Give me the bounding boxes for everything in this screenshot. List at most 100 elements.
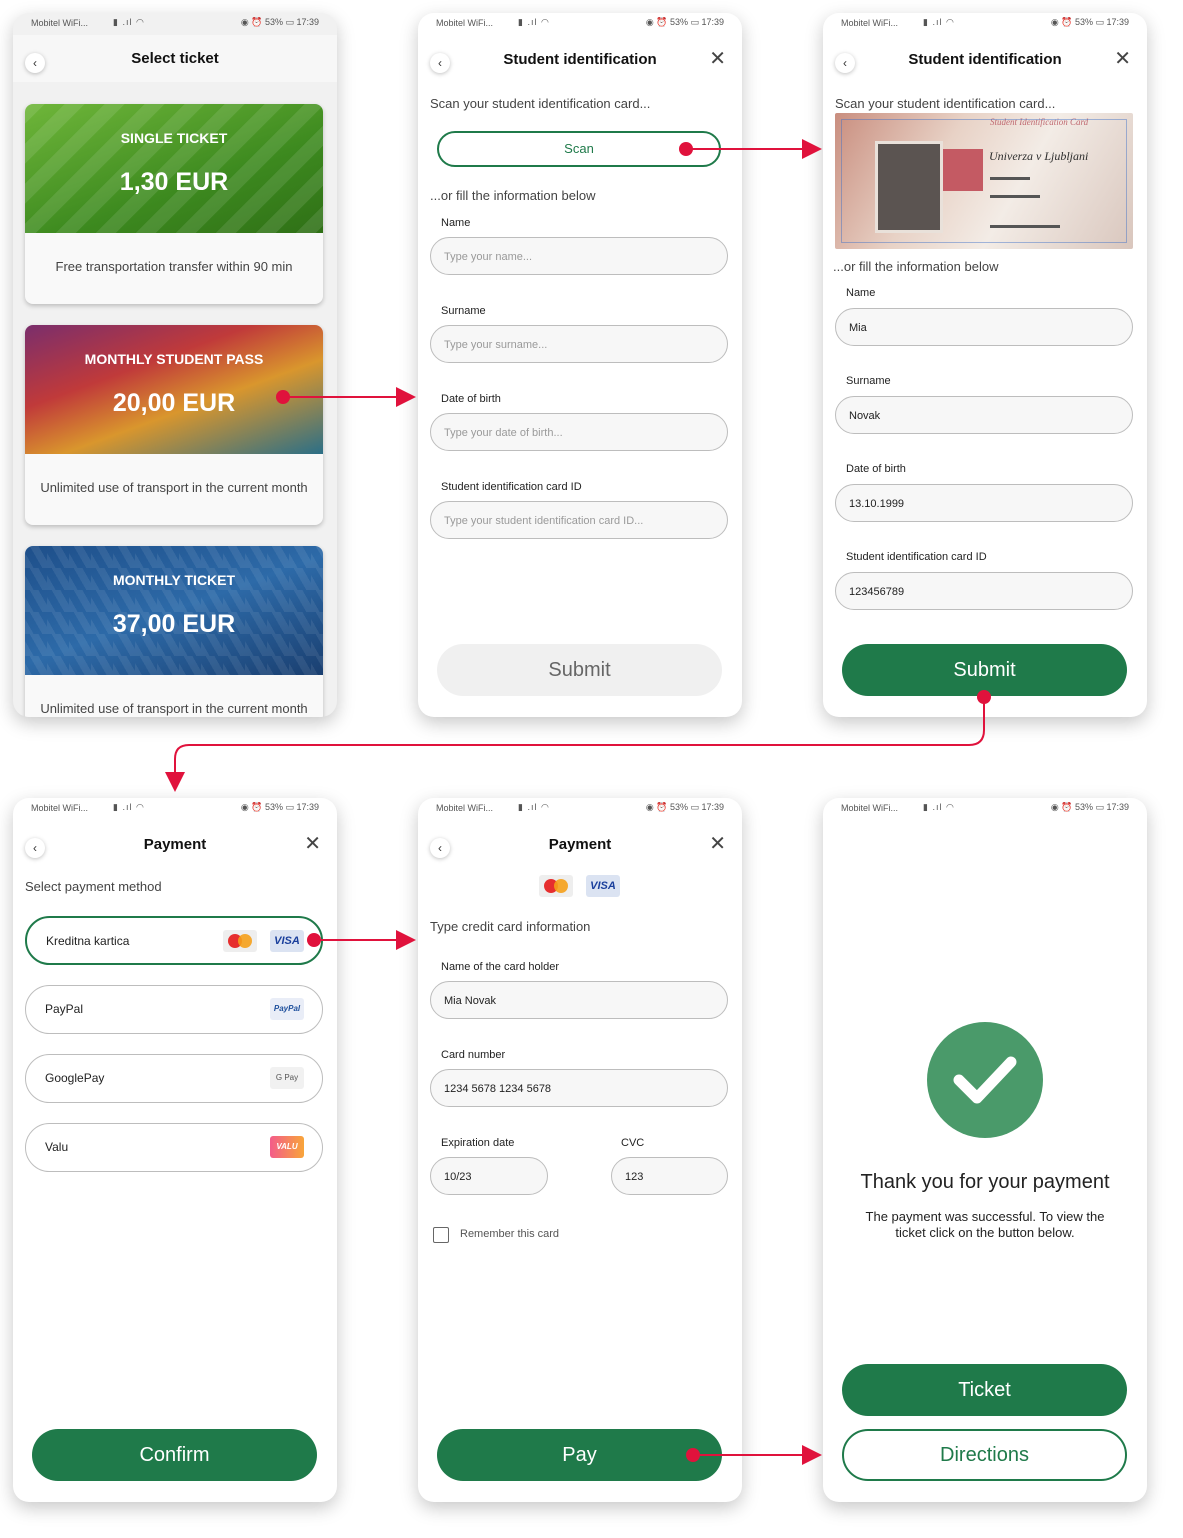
checkmark-icon xyxy=(953,1056,1017,1104)
submit-button[interactable]: Submit xyxy=(842,644,1127,696)
carrier-label: Mobitel WiFi... xyxy=(436,18,494,28)
ticket-card-monthly[interactable]: MONTHLY TICKET 37,00 EUR Unlimited use o… xyxy=(25,546,323,717)
name-label: Name xyxy=(846,287,876,299)
header: ‹ Student identification ✕ xyxy=(418,43,742,83)
close-icon[interactable]: ✕ xyxy=(304,834,321,854)
card-number-label: Card number xyxy=(441,1049,506,1061)
surname-field[interactable]: Novak xyxy=(835,396,1133,434)
payment-option-valu[interactable]: Valu VALU xyxy=(25,1123,323,1172)
paypal-icon: PayPal xyxy=(270,998,304,1020)
ticket-card-single[interactable]: SINGLE TICKET 1,30 EUR Free transportati… xyxy=(25,104,323,304)
holder-field[interactable]: Mia Novak xyxy=(430,981,728,1019)
screen-student-id-empty: Mobitel WiFi... ▮ .ıl ◠ ◉ ⏰ 53% ▭ 17:39 … xyxy=(418,13,742,717)
time-label: 17:39 xyxy=(296,802,319,812)
card-number-field[interactable]: 1234 5678 1234 5678 xyxy=(430,1069,728,1107)
carrier-label: Mobitel WiFi... xyxy=(31,803,89,813)
card-id-field[interactable]: Type your student identification card ID… xyxy=(430,501,728,539)
name-label: Name xyxy=(441,217,471,229)
signal-icon: ▮ .ıl ◠ xyxy=(923,802,955,812)
scan-prompt: Scan your student identification card... xyxy=(835,96,1056,111)
header: ‹ Student identification ✕ xyxy=(823,43,1147,83)
screen-payment-method: Mobitel WiFi... ▮ .ıl ◠ ◉ ⏰ 53% ▭ 17:39 … xyxy=(13,798,337,1502)
or-fill-label: ...or fill the information below xyxy=(430,188,596,203)
cvc-field[interactable]: 123 xyxy=(611,1157,728,1195)
battery-label: 53% xyxy=(669,17,688,27)
signal-icon: ▮ .ıl ◠ xyxy=(518,17,550,27)
mastercard-icon xyxy=(539,875,573,897)
name-field[interactable]: Type your name... xyxy=(430,237,728,275)
holder-label: Name of the card holder xyxy=(441,961,560,973)
ticket-name: MONTHLY TICKET xyxy=(112,572,236,588)
mastercard-icon xyxy=(223,930,257,952)
page-title: Select ticket xyxy=(131,50,219,67)
valu-icon: VALU xyxy=(270,1136,304,1158)
ticket-description: Unlimited use of transport in the curren… xyxy=(40,701,308,716)
close-icon[interactable]: ✕ xyxy=(709,49,726,69)
payment-option-card[interactable]: Kreditna kartica VISA xyxy=(25,916,323,965)
payment-option-paypal[interactable]: PayPal PayPal xyxy=(25,985,323,1034)
visa-icon: VISA xyxy=(586,875,620,897)
ticket-card-student[interactable]: MONTHLY STUDENT PASS 20,00 EUR Unlimited… xyxy=(25,325,323,525)
page-title: Student identification xyxy=(503,51,657,68)
time-label: 17:39 xyxy=(1106,17,1129,27)
payment-option-googlepay[interactable]: GooglePay G Pay xyxy=(25,1054,323,1103)
ticket-price: 37,00 EUR xyxy=(112,610,236,638)
dob-field[interactable]: 13.10.1999 xyxy=(835,484,1133,522)
surname-field[interactable]: Type your surname... xyxy=(430,325,728,363)
page-title: Student identification xyxy=(908,51,1062,68)
ticket-name: MONTHLY STUDENT PASS xyxy=(84,351,264,367)
status-bar: Mobitel WiFi... ▮ .ıl ◠ ◉ ⏰ 53% ▭ 17:39 xyxy=(418,798,742,820)
or-fill-label: ...or fill the information below xyxy=(833,259,999,274)
visa-icon: VISA xyxy=(270,930,304,952)
status-bar: Mobitel WiFi... ▮ .ıl ◠ ◉ ⏰ 53% ▭ 17:39 xyxy=(418,13,742,35)
header: ‹ Payment ✕ xyxy=(418,828,742,868)
directions-button[interactable]: Directions xyxy=(842,1429,1127,1481)
card-id-label: Student identification card ID xyxy=(441,481,582,493)
ticket-button[interactable]: Ticket xyxy=(842,1364,1127,1416)
close-icon[interactable]: ✕ xyxy=(1114,49,1131,69)
type-card-label: Type credit card information xyxy=(430,919,591,934)
scan-prompt: Scan your student identification card... xyxy=(430,96,651,111)
battery-label: 53% xyxy=(264,802,283,812)
card-id-field[interactable]: 123456789 xyxy=(835,572,1133,610)
option-label: Kreditna kartica xyxy=(46,934,130,948)
option-label: GooglePay xyxy=(45,1071,105,1085)
status-right: ◉ ⏰ 53% ▭ 17:39 xyxy=(645,17,724,27)
remember-checkbox[interactable] xyxy=(433,1227,449,1243)
status-bar: Mobitel WiFi... ▮ .ıl ◠ ◉ ⏰ 53% ▭ 17:39 xyxy=(823,798,1147,820)
dob-label: Date of birth xyxy=(441,393,501,405)
battery-label: 53% xyxy=(669,802,688,812)
battery-label: 53% xyxy=(1074,17,1093,27)
time-label: 17:39 xyxy=(296,17,319,27)
scan-button[interactable]: Scan xyxy=(437,131,721,167)
page-title: Payment xyxy=(143,836,207,853)
carrier-label: Mobitel WiFi... xyxy=(841,803,899,813)
surname-label: Surname xyxy=(846,375,891,387)
ticket-price: 20,00 EUR xyxy=(112,389,236,417)
close-icon[interactable]: ✕ xyxy=(709,834,726,854)
dob-field[interactable]: Type your date of birth... xyxy=(430,413,728,451)
signal-icon: ▮ .ıl ◠ xyxy=(113,802,145,812)
surname-label: Surname xyxy=(441,305,486,317)
time-label: 17:39 xyxy=(701,17,724,27)
carrier-label: Mobitel WiFi... xyxy=(436,803,494,813)
status-bar: Mobitel WiFi... ▮ .ıl ◠ ◉ ⏰ 53% ▭ 17:39 xyxy=(823,13,1147,35)
option-label: PayPal xyxy=(45,1002,84,1016)
ticket-description: Free transportation transfer within 90 m… xyxy=(55,259,293,274)
ticket-name: SINGLE TICKET xyxy=(120,130,228,146)
status-right: ◉ ⏰ 53% ▭ 17:39 xyxy=(1050,17,1129,27)
screen-select-ticket: Mobitel WiFi... ▮ .ıl ◠ ◉ ⏰ 53% ▭ 17:39 … xyxy=(13,13,337,717)
status-right: ◉ ⏰ 53% ▭ 17:39 xyxy=(1050,802,1129,812)
screen-card-details: Mobitel WiFi... ▮ .ıl ◠ ◉ ⏰ 53% ▭ 17:39 … xyxy=(418,798,742,1502)
time-label: 17:39 xyxy=(701,802,724,812)
pay-button[interactable]: Pay xyxy=(437,1429,722,1481)
signal-icon: ▮ .ıl ◠ xyxy=(518,802,550,812)
confirm-button[interactable]: Confirm xyxy=(32,1429,317,1481)
battery-label: 53% xyxy=(1074,802,1093,812)
submit-button[interactable]: Submit xyxy=(437,644,722,696)
battery-label: 53% xyxy=(264,17,283,27)
name-field[interactable]: Mia xyxy=(835,308,1133,346)
expiration-field[interactable]: 10/23 xyxy=(430,1157,548,1195)
status-right: ◉ ⏰ 53% ▭ 17:39 xyxy=(645,802,724,812)
carrier-label: Mobitel WiFi... xyxy=(841,18,899,28)
